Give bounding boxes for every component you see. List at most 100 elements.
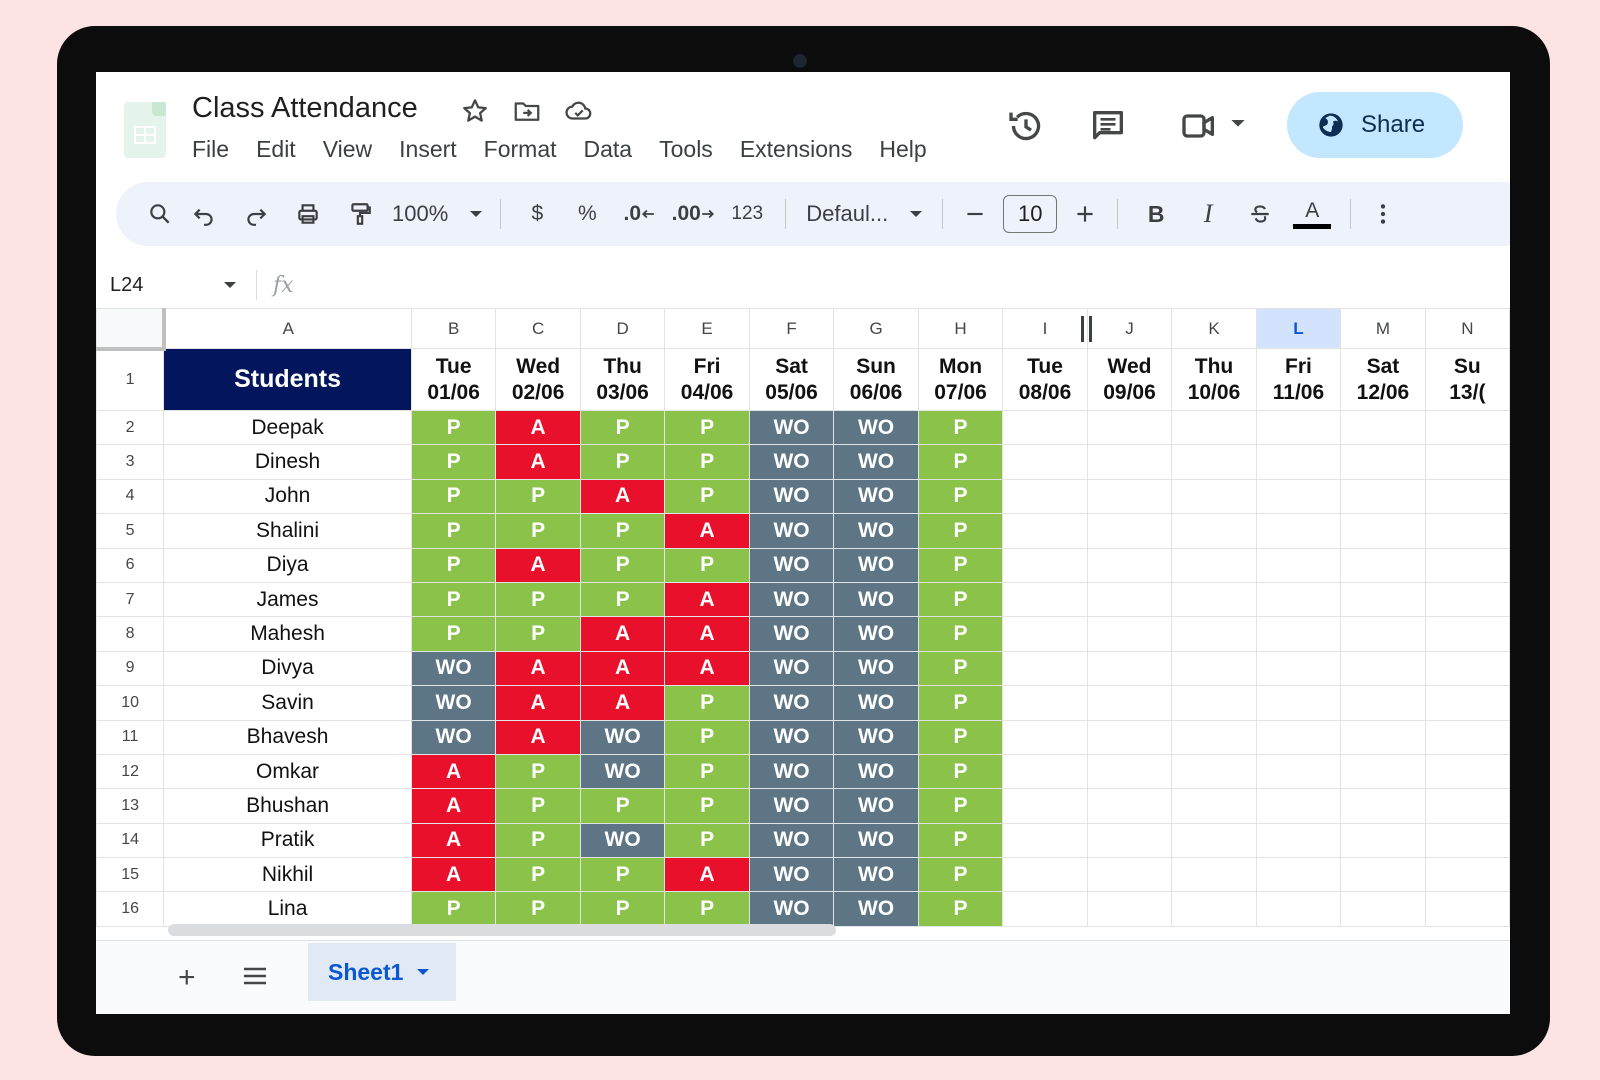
attendance-cell[interactable]: P <box>917 719 1004 755</box>
attendance-cell[interactable]: WO <box>833 616 919 652</box>
attendance-cell[interactable]: P <box>495 581 581 618</box>
empty-cell[interactable] <box>1340 513 1426 549</box>
empty-cell[interactable] <box>1340 444 1426 480</box>
empty-cell[interactable] <box>1424 581 1510 618</box>
attendance-cell[interactable]: WO <box>833 650 919 687</box>
more-options-icon[interactable] <box>1363 201 1403 227</box>
attendance-cell[interactable]: P <box>410 478 497 515</box>
attendance-cell[interactable]: P <box>917 616 1004 652</box>
attendance-cell[interactable]: WO <box>748 788 835 824</box>
attendance-cell[interactable]: WO <box>410 685 497 721</box>
cloud-status-icon[interactable] <box>564 96 594 126</box>
more-formats-button[interactable]: 123 <box>721 203 773 225</box>
attendance-cell[interactable]: P <box>664 719 750 755</box>
row-header[interactable]: 12 <box>96 753 165 790</box>
empty-cell[interactable] <box>1424 513 1510 549</box>
empty-cell[interactable] <box>1086 753 1173 790</box>
date-header-cell[interactable]: Tue 08/06 <box>1002 348 1088 411</box>
empty-cell[interactable] <box>1171 616 1257 652</box>
empty-cell[interactable] <box>1255 788 1342 824</box>
add-sheet-icon[interactable]: + <box>178 961 196 995</box>
menu-insert[interactable]: Insert <box>399 136 457 163</box>
row-header[interactable]: 10 <box>96 685 165 721</box>
attendance-cell[interactable]: P <box>579 788 666 824</box>
attendance-cell[interactable]: WO <box>833 547 919 583</box>
attendance-cell[interactable]: WO <box>748 478 835 515</box>
date-header-cell[interactable]: Wed 02/06 <box>495 348 581 411</box>
attendance-cell[interactable]: A <box>664 616 750 652</box>
attendance-cell[interactable]: WO <box>748 409 835 446</box>
attendance-cell[interactable]: WO <box>748 719 835 755</box>
student-name-cell[interactable]: Bhushan <box>163 788 412 824</box>
empty-cell[interactable] <box>1171 891 1257 927</box>
row-header[interactable]: 16 <box>96 891 165 927</box>
empty-cell[interactable] <box>1002 581 1088 618</box>
star-icon[interactable] <box>460 96 490 126</box>
column-header-i[interactable]: I <box>1002 308 1088 349</box>
print-icon[interactable] <box>282 201 334 227</box>
attendance-cell[interactable]: P <box>495 513 581 549</box>
attendance-cell[interactable]: P <box>917 513 1004 549</box>
empty-cell[interactable] <box>1171 753 1257 790</box>
student-name-cell[interactable]: Savin <box>163 685 412 721</box>
attendance-cell[interactable]: A <box>495 444 581 480</box>
empty-cell[interactable] <box>1340 788 1426 824</box>
attendance-cell[interactable]: A <box>495 719 581 755</box>
column-resize-handle[interactable] <box>1081 316 1093 342</box>
empty-cell[interactable] <box>1171 788 1257 824</box>
empty-cell[interactable] <box>1424 891 1510 927</box>
attendance-cell[interactable]: WO <box>410 719 497 755</box>
attendance-cell[interactable]: WO <box>833 788 919 824</box>
italic-button[interactable]: I <box>1182 199 1234 229</box>
date-header-cell[interactable]: Sat 12/06 <box>1340 348 1426 411</box>
row-header[interactable]: 15 <box>96 857 165 893</box>
name-box[interactable]: L24 <box>96 274 256 297</box>
attendance-cell[interactable]: WO <box>748 616 835 652</box>
attendance-cell[interactable]: A <box>495 685 581 721</box>
student-name-cell[interactable]: Divya <box>163 650 412 687</box>
student-name-cell[interactable]: John <box>163 478 412 515</box>
attendance-cell[interactable]: P <box>664 444 750 480</box>
empty-cell[interactable] <box>1255 891 1342 927</box>
empty-cell[interactable] <box>1255 478 1342 515</box>
empty-cell[interactable] <box>1002 409 1088 446</box>
empty-cell[interactable] <box>1424 444 1510 480</box>
sheet-tab-sheet1[interactable]: Sheet1 <box>308 943 456 1001</box>
date-header-cell[interactable]: Thu 03/06 <box>579 348 666 411</box>
attendance-cell[interactable]: A <box>664 650 750 687</box>
spreadsheet-grid[interactable]: ABCDEFGHIJKLMN 1 Students Tue 01/06 Wed 02/06… <box>96 308 1510 938</box>
empty-cell[interactable] <box>1424 616 1510 652</box>
attendance-cell[interactable]: WO <box>579 822 666 859</box>
attendance-cell[interactable]: WO <box>833 822 919 859</box>
attendance-cell[interactable]: P <box>664 547 750 583</box>
empty-cell[interactable] <box>1255 444 1342 480</box>
student-name-cell[interactable]: Nikhil <box>163 857 412 893</box>
attendance-cell[interactable]: WO <box>833 753 919 790</box>
date-header-cell[interactable]: Sat 05/06 <box>748 348 835 411</box>
column-header-j[interactable]: J <box>1086 308 1173 349</box>
attendance-cell[interactable]: P <box>664 788 750 824</box>
attendance-cell[interactable]: WO <box>748 513 835 549</box>
empty-cell[interactable] <box>1171 444 1257 480</box>
attendance-cell[interactable]: WO <box>748 444 835 480</box>
empty-cell[interactable] <box>1255 719 1342 755</box>
font-size-input[interactable]: 10 <box>1003 195 1058 233</box>
redo-icon[interactable] <box>230 201 282 227</box>
horizontal-scrollbar[interactable] <box>168 924 836 936</box>
decrease-font-size-button[interactable] <box>955 201 995 227</box>
empty-cell[interactable] <box>1086 547 1173 583</box>
row-header[interactable]: 8 <box>96 616 165 652</box>
row-header[interactable]: 9 <box>96 650 165 687</box>
empty-cell[interactable] <box>1086 788 1173 824</box>
empty-cell[interactable] <box>1002 650 1088 687</box>
attendance-cell[interactable]: P <box>917 822 1004 859</box>
attendance-cell[interactable]: P <box>664 685 750 721</box>
empty-cell[interactable] <box>1340 616 1426 652</box>
attendance-cell[interactable]: A <box>664 513 750 549</box>
attendance-cell[interactable]: A <box>410 788 497 824</box>
empty-cell[interactable] <box>1255 409 1342 446</box>
attendance-cell[interactable]: P <box>495 616 581 652</box>
empty-cell[interactable] <box>1002 857 1088 893</box>
paint-format-icon[interactable] <box>334 201 386 227</box>
students-header[interactable]: Students <box>163 348 412 411</box>
